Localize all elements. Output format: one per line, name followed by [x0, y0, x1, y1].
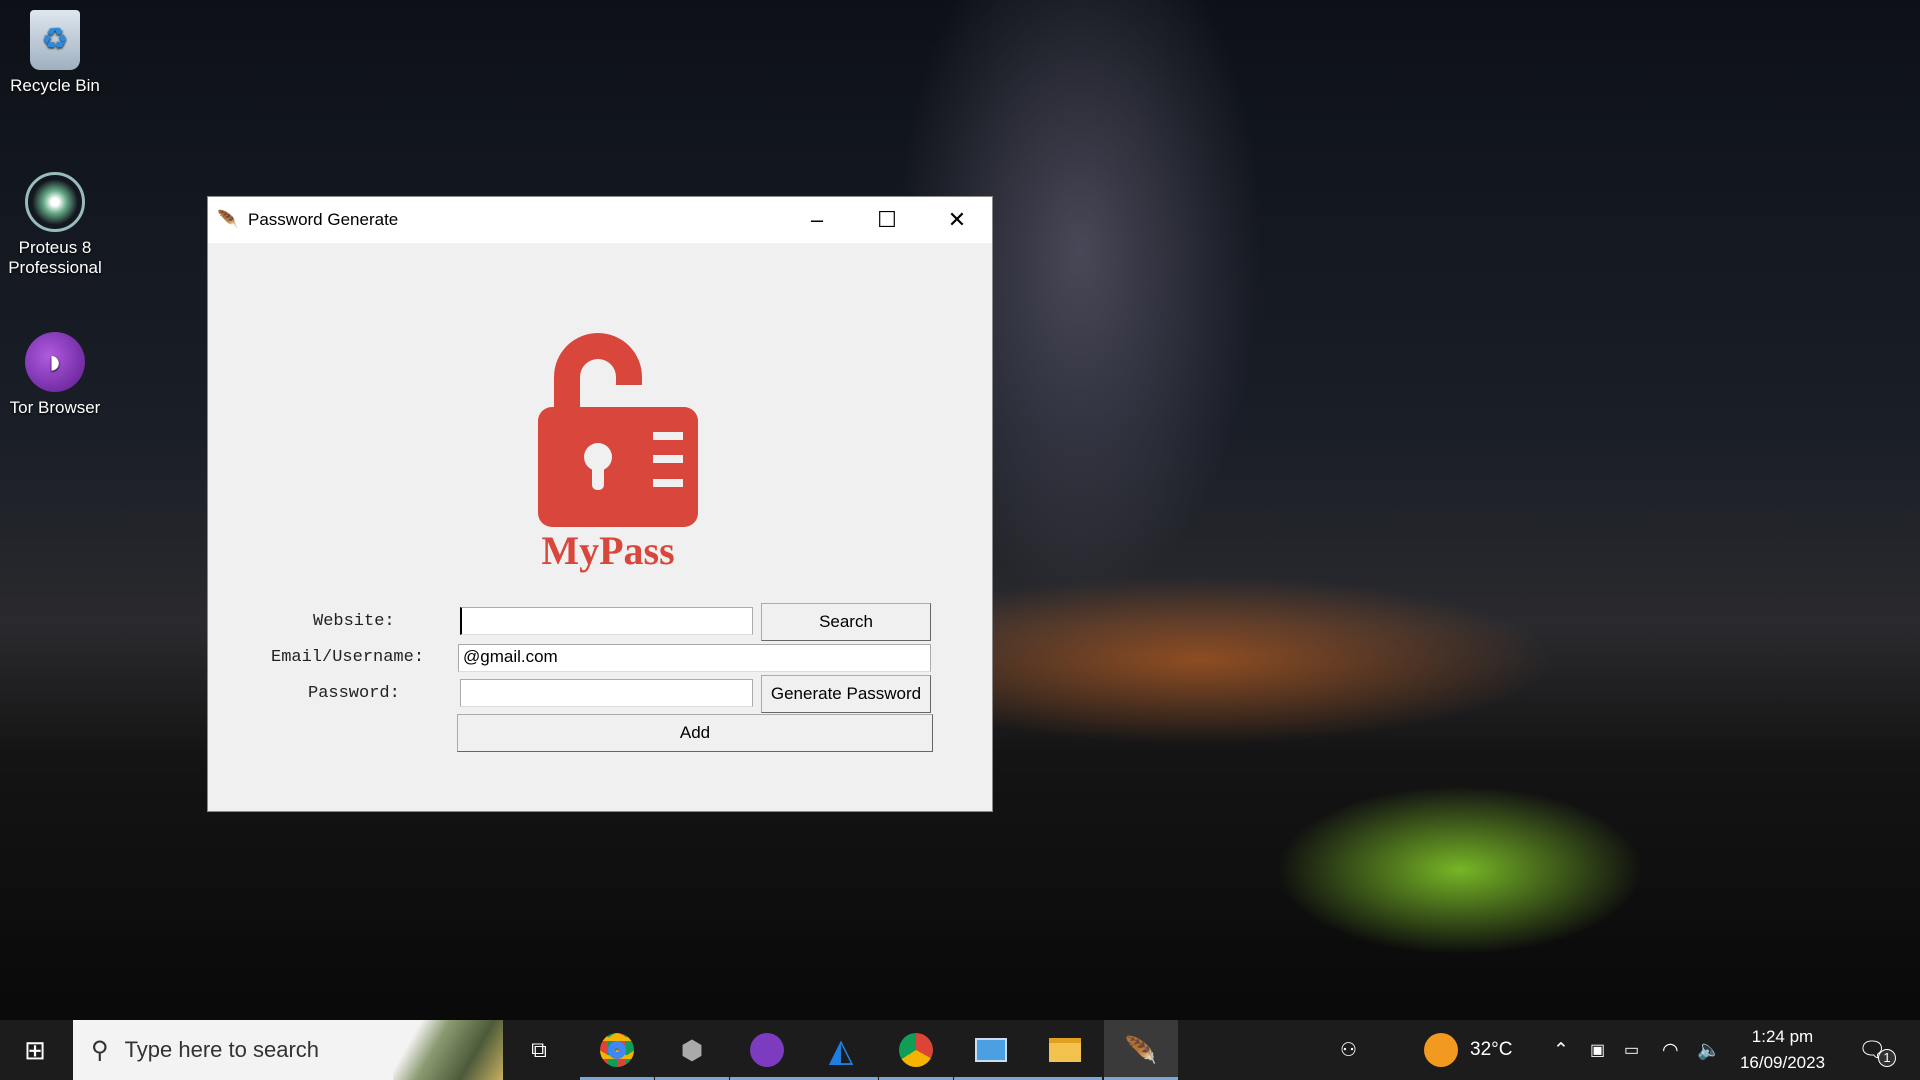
- recycle-bin-icon: ♻: [30, 10, 80, 70]
- password-generator-window: 🪶 Password Generate – ☐ ✕ MyPass Website…: [207, 196, 993, 812]
- start-button[interactable]: ⊞: [0, 1020, 70, 1080]
- desktop-icon-label: Recycle Bin: [10, 76, 100, 95]
- taskbar-chrome[interactable]: [580, 1020, 654, 1080]
- generate-password-button[interactable]: Generate Password: [761, 675, 931, 713]
- email-input[interactable]: @gmail.com: [458, 644, 931, 672]
- weather-widget[interactable]: 32°C: [1424, 1020, 1512, 1080]
- desktop-icon-label: Tor Browser: [9, 398, 101, 417]
- taskbar-app[interactable]: ⬢: [655, 1020, 729, 1080]
- logo-text: MyPass: [541, 528, 675, 573]
- volume-icon[interactable]: 🔈: [1697, 1020, 1721, 1080]
- tor-icon: [750, 1033, 784, 1067]
- search-highlight-image: [393, 1020, 503, 1080]
- battery-icon[interactable]: ▭: [1624, 1020, 1639, 1080]
- show-hidden-icons[interactable]: ⌃: [1553, 1020, 1569, 1080]
- task-view-button[interactable]: ⧉: [502, 1020, 576, 1080]
- taskbar: ⊞ ⚲ Type here to search ⧉ ⬢ ◭ 🪶 ⚇ 32°C ⌃…: [0, 1020, 1920, 1080]
- wifi-icon[interactable]: ◠: [1662, 1020, 1679, 1080]
- minimize-button[interactable]: –: [782, 207, 852, 233]
- control-panel-icon: [975, 1038, 1007, 1062]
- clock[interactable]: 1:24 pm 16/09/2023: [1735, 1020, 1830, 1080]
- tor-browser-icon: ◗: [25, 332, 85, 392]
- chrome-icon: [600, 1033, 634, 1067]
- shark-fin-icon: ◭: [828, 1032, 854, 1068]
- weather-temperature: 32°C: [1470, 1039, 1513, 1060]
- search-placeholder: Type here to search: [124, 1037, 320, 1062]
- weather-icon: [1424, 1033, 1458, 1067]
- people-icon[interactable]: ⚇: [1340, 1020, 1357, 1080]
- taskbar-tor-browser[interactable]: [730, 1020, 804, 1080]
- search-icon: ⚲: [91, 1036, 109, 1064]
- taskbar-python-tk[interactable]: 🪶: [1104, 1020, 1178, 1080]
- password-input[interactable]: [460, 679, 753, 707]
- folder-icon: [1049, 1038, 1081, 1062]
- taskbar-file-explorer[interactable]: [1028, 1020, 1102, 1080]
- notification-count: 1: [1877, 1049, 1896, 1067]
- taskbar-search-box[interactable]: ⚲ Type here to search: [73, 1020, 503, 1080]
- website-label: Website:: [313, 612, 395, 631]
- email-label: Email/Username:: [271, 648, 425, 667]
- taskbar-chrome-2[interactable]: [879, 1020, 953, 1080]
- close-button[interactable]: ✕: [922, 207, 992, 233]
- search-button[interactable]: Search: [761, 603, 931, 641]
- title-bar: 🪶 Password Generate – ☐ ✕: [208, 197, 992, 243]
- maximize-button[interactable]: ☐: [852, 207, 922, 233]
- add-button[interactable]: Add: [457, 714, 933, 752]
- desktop-icon-recycle-bin[interactable]: ♻ Recycle Bin: [0, 10, 110, 96]
- time: 1:24 pm: [1751, 1027, 1814, 1046]
- desktop-icon-tor-browser[interactable]: ◗ Tor Browser: [0, 332, 110, 418]
- desktop-icon-label: Proteus 8 Professional: [8, 238, 102, 277]
- password-label: Password:: [308, 684, 400, 703]
- taskbar-wireshark[interactable]: ◭: [804, 1020, 878, 1080]
- proteus-icon: [25, 172, 85, 232]
- feather-icon: 🪶: [1124, 1034, 1158, 1065]
- lock-body-icon: [538, 407, 698, 527]
- notification-center-button[interactable]: 🗨 1: [1858, 1020, 1896, 1080]
- cube-icon: ⬢: [680, 1034, 704, 1065]
- feather-icon: 🪶: [217, 210, 239, 229]
- website-input[interactable]: [460, 607, 753, 635]
- camera-icon[interactable]: ▣: [1590, 1020, 1605, 1080]
- window-title: Password Generate: [248, 210, 399, 229]
- desktop-icon-proteus[interactable]: Proteus 8 Professional: [0, 172, 110, 278]
- chrome-icon: [899, 1033, 933, 1067]
- date: 16/09/2023: [1739, 1053, 1826, 1072]
- taskbar-control-panel[interactable]: [954, 1020, 1028, 1080]
